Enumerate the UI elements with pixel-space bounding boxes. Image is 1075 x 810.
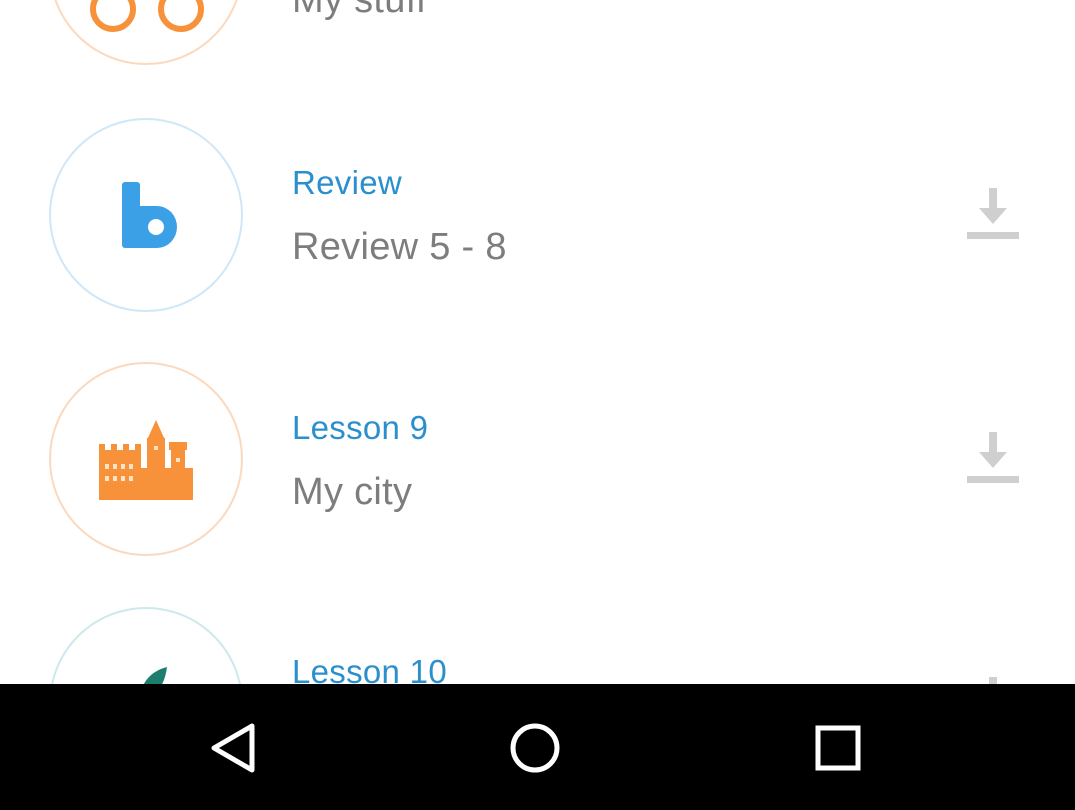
- lesson-icon-circle: [49, 0, 243, 65]
- lesson-subtitle: Review 5 - 8: [292, 226, 507, 268]
- lesson-list[interactable]: My stuff Review Review 5 - 8 Lesson 9 My…: [0, 0, 1075, 684]
- leaf-icon: [143, 667, 167, 684]
- lesson-title: Review: [292, 164, 403, 201]
- lesson-subtitle: My city: [292, 471, 413, 513]
- babbel-b-icon: [122, 182, 177, 248]
- back-icon[interactable]: [192, 708, 272, 788]
- lesson-title: Lesson 10: [292, 653, 447, 684]
- lesson-subtitle: My stuff: [292, 0, 427, 21]
- glasses-icon: [90, 0, 204, 32]
- download-icon[interactable]: [963, 675, 1023, 684]
- list-item[interactable]: Lesson 9 My city: [0, 338, 1075, 582]
- city-buildings-icon: [99, 420, 193, 500]
- download-icon[interactable]: [963, 0, 1023, 33]
- download-icon[interactable]: [963, 186, 1023, 246]
- recents-icon[interactable]: [798, 708, 878, 788]
- list-item[interactable]: My stuff: [0, 0, 1075, 89]
- list-item[interactable]: Lesson 10: [0, 583, 1075, 684]
- lesson-title: Lesson 9: [292, 409, 429, 446]
- android-navigation-bar: [0, 684, 1075, 810]
- lesson-icon-circle: [49, 607, 243, 684]
- list-item[interactable]: Review Review 5 - 8: [0, 94, 1075, 338]
- home-icon[interactable]: [495, 708, 575, 788]
- lesson-icon-circle: [49, 362, 243, 556]
- download-icon[interactable]: [963, 430, 1023, 490]
- lesson-icon-circle: [49, 118, 243, 312]
